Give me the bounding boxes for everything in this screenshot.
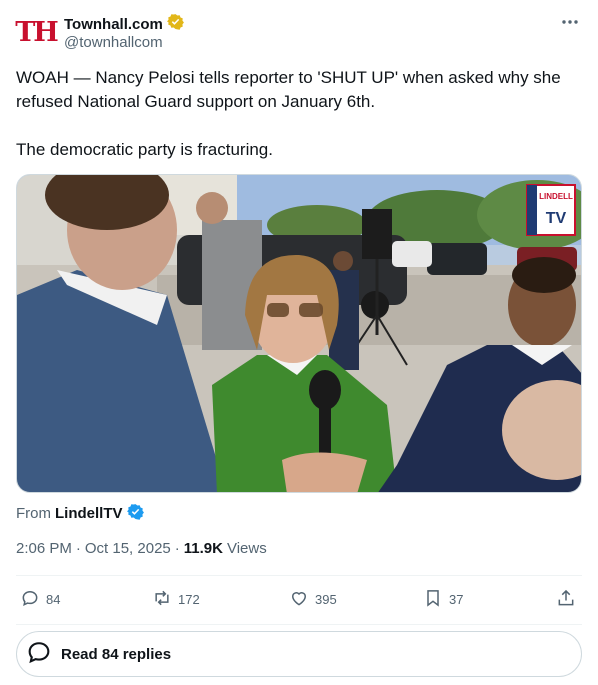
source-prefix: From <box>16 505 51 522</box>
avatar-logo-text: TH <box>15 16 59 48</box>
views-label: Views <box>226 540 267 557</box>
reply-button[interactable]: 84 <box>20 588 60 611</box>
more-options-icon[interactable] <box>560 12 580 32</box>
like-count: 395 <box>315 592 337 607</box>
reply-count: 84 <box>46 592 61 607</box>
bookmark-count: 37 <box>449 592 464 607</box>
source-attribution: From LindellTV <box>16 503 144 524</box>
tweet-meta: 2:06 PM · Oct 15, 2025 · 11.9K Views <box>16 540 267 557</box>
like-button[interactable]: 395 <box>289 588 337 611</box>
bookmark-icon <box>423 588 443 611</box>
bookmark-button[interactable]: 37 <box>423 588 463 611</box>
tweet-header: TH Townhall.com @townhallcom <box>15 10 582 54</box>
repost-icon <box>152 588 172 611</box>
reply-bubble-icon <box>25 638 53 671</box>
read-replies-label: Read 84 replies <box>61 645 172 663</box>
heart-icon <box>289 588 309 611</box>
author-avatar[interactable]: TH <box>15 12 59 52</box>
share-button[interactable] <box>556 588 576 611</box>
reply-icon <box>20 588 40 611</box>
watermark-top: LINDELL <box>539 192 573 201</box>
meta-separator: · <box>174 540 180 557</box>
source-name[interactable]: LindellTV <box>55 505 123 522</box>
divider <box>16 624 582 625</box>
tweet-video-media[interactable]: LINDELL TV <box>16 174 582 493</box>
tweet-date[interactable]: Oct 15, 2025 <box>85 540 171 557</box>
tweet-actions: 84 172 395 37 <box>16 576 582 624</box>
views-count: 11.9K <box>183 540 223 557</box>
author-handle[interactable]: @townhallcom <box>64 34 163 51</box>
author-name-row: Townhall.com <box>64 13 184 35</box>
repost-count: 172 <box>178 592 200 607</box>
read-replies-button[interactable]: Read 84 replies <box>16 631 582 677</box>
blue-verified-icon <box>126 503 144 524</box>
tweet-text: WOAH — Nancy Pelosi tells reporter to 'S… <box>16 68 561 159</box>
gold-verified-icon <box>166 13 184 35</box>
author-display-name[interactable]: Townhall.com <box>64 16 163 33</box>
watermark-bottom: TV <box>546 210 567 227</box>
repost-button[interactable]: 172 <box>152 588 200 611</box>
meta-separator: · <box>75 540 81 557</box>
share-icon <box>556 588 576 611</box>
tweet-time[interactable]: 2:06 PM <box>16 540 72 557</box>
